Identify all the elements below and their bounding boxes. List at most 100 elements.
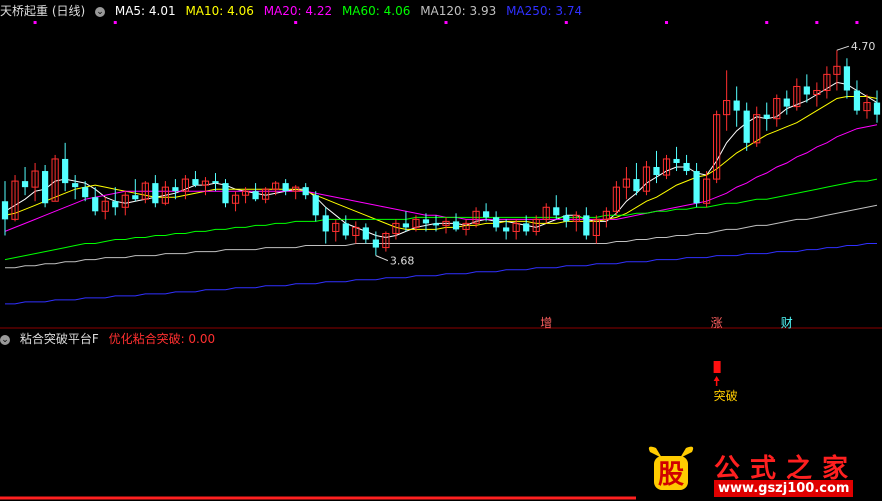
ma-legend-ma10: MA10: 4.06 [185, 4, 254, 18]
candle [201, 177, 210, 196]
candle-body [693, 171, 700, 204]
candle [332, 219, 340, 242]
candle [693, 162, 700, 208]
candle-body [312, 195, 319, 216]
signal-bar [713, 361, 721, 373]
marker-dot [665, 21, 669, 24]
candle [743, 102, 750, 151]
candle-body [733, 100, 740, 111]
candle [622, 167, 631, 200]
candle [713, 110, 721, 184]
candle [11, 175, 19, 222]
candle [542, 203, 550, 224]
candle-body [212, 181, 219, 184]
candle [212, 173, 219, 192]
candle-body [653, 167, 660, 176]
candle-body [673, 158, 680, 163]
candle [152, 175, 159, 208]
candle-body [72, 183, 79, 188]
candle-body [362, 227, 369, 240]
candle [452, 213, 460, 232]
candle [563, 207, 570, 228]
candle [292, 185, 300, 200]
candle-body [763, 114, 770, 119]
candle [302, 183, 309, 200]
candle [553, 195, 560, 220]
low-label: 3.68 [390, 255, 415, 268]
candle [662, 154, 671, 180]
candle [21, 167, 29, 196]
high-pointer [836, 45, 850, 51]
event-marker: 涨 [711, 315, 723, 330]
candle [683, 154, 690, 176]
ma-legend-ma20: MA20: 4.22 [263, 4, 333, 18]
sub-chart-header: ⌄ 粘合突破平台F 优化粘合突破: 0.00 [0, 330, 221, 348]
candle [853, 80, 861, 115]
candle-body [553, 207, 560, 216]
candle [512, 219, 520, 240]
marker-dot [765, 21, 769, 24]
candle-body [62, 158, 69, 184]
bull-logo-icon: 股 [648, 446, 694, 490]
candle-body [302, 187, 309, 196]
candle-body [112, 201, 119, 208]
candle-body [132, 195, 139, 200]
candle [161, 181, 169, 206]
candle [282, 179, 289, 196]
ma-line-ma120 [5, 204, 878, 269]
candle [503, 219, 510, 240]
candle [62, 142, 69, 192]
ma-legend-ma250: MA250: 3.74 [506, 4, 583, 18]
candle [532, 215, 540, 236]
price-chart[interactable]: 4.70 3.68 增 涨 财 突破 [0, 0, 882, 501]
candle [823, 66, 831, 99]
candle [733, 86, 740, 127]
main-chart-header: 天桥起重 (日线) ⌄ MA5: 4.01 MA10: 4.06 MA20: 4… [0, 2, 588, 20]
candle [813, 82, 821, 107]
candle-body [172, 187, 179, 192]
candle [753, 106, 761, 147]
candle [322, 207, 329, 244]
candle-body [92, 197, 99, 212]
ma-legend-ma5: MA5: 4.01 [114, 4, 176, 18]
candle [362, 223, 369, 244]
candle [572, 211, 580, 232]
candle [101, 197, 109, 220]
chevron-down-icon[interactable]: ⌄ [95, 6, 106, 17]
marker-dot [855, 21, 859, 24]
candle [592, 215, 600, 244]
candle-body [322, 215, 329, 232]
chevron-down-icon[interactable]: ⌄ [0, 334, 10, 345]
candle-body [422, 219, 430, 224]
candle-body [252, 191, 259, 200]
candle-body [583, 215, 590, 236]
marker-dot [294, 21, 298, 24]
ma-line-ma250 [5, 243, 877, 305]
candle-body [493, 217, 500, 228]
indicator-value: 优化粘合突破: 0.00 [108, 332, 216, 346]
brand-site[interactable]: www.gszj100.com [714, 480, 854, 497]
candle [231, 191, 240, 212]
candle [583, 207, 590, 240]
candle [192, 171, 199, 188]
marker-dot [444, 21, 448, 24]
candle [422, 213, 430, 232]
ma-legend-ma60: MA60: 4.06 [341, 4, 411, 18]
candle [51, 154, 59, 202]
candle-body [432, 223, 440, 226]
candle [352, 221, 360, 244]
high-label: 4.70 [851, 40, 876, 53]
candle-body [563, 215, 570, 222]
candle-body [523, 223, 530, 232]
event-marker: 财 [781, 316, 793, 330]
candle-body [743, 110, 750, 143]
candle [633, 162, 640, 196]
indicator-title: 粘合突破平台F [19, 332, 99, 346]
candle [72, 175, 79, 200]
candle-body [873, 102, 881, 115]
candle [392, 219, 400, 240]
candle-body [41, 171, 49, 204]
candle-body [482, 211, 490, 218]
candle [172, 179, 179, 200]
candle-body [452, 221, 460, 230]
